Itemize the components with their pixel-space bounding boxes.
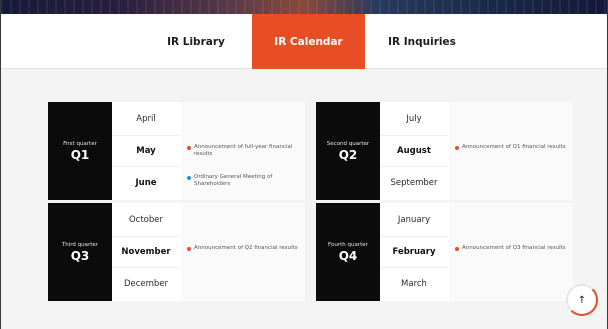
tab-ir-calendar[interactable]: IR Calendar [252, 14, 365, 69]
quarter-events: Announcement of full-year financial resu… [181, 102, 305, 200]
month-january: January [397, 215, 431, 225]
month-may: May [112, 135, 180, 167]
month-february: February [380, 236, 448, 268]
scroll-to-top-button[interactable]: ↑ [566, 284, 598, 316]
event-text: Announcement of Q3 financial results [462, 245, 566, 251]
quarter-events: Announcement of Q2 financial results [181, 203, 305, 301]
event-item: Announcement of Q1 financial results [455, 144, 567, 151]
quarter-card-q3: Third quarter Q3 October November Decemb… [48, 203, 305, 301]
blue-dot-icon [187, 175, 191, 180]
quarter-card-q4: Fourth quarter Q4 January February March… [316, 203, 573, 301]
header-banner [1, 0, 607, 14]
quarter-subtitle: Fourth quarter [328, 241, 368, 248]
quarter-events: Announcement of Q1 financial results [449, 102, 573, 200]
quarter-name: Q4 [338, 248, 358, 263]
quarter-name: Q1 [70, 147, 90, 162]
month-june: June [135, 178, 157, 188]
event-item: Announcement of full-year financial resu… [187, 144, 299, 158]
event-item: Ordinary General Meeting of Shareholders [187, 174, 299, 188]
quarter-name: Q3 [70, 248, 90, 263]
red-dot-icon [187, 246, 191, 251]
event-text: Announcement of full-year financial resu… [194, 144, 293, 157]
tab-ir-inquiries[interactable]: IR Inquiries [365, 14, 479, 69]
quarter-label: Second quarter Q2 [316, 102, 380, 200]
quarter-subtitle: Third quarter [61, 241, 99, 248]
quarter-label: First quarter Q1 [48, 102, 112, 200]
arrow-up-icon: ↑ [577, 294, 587, 306]
event-text: Announcement of Q2 financial results [194, 245, 298, 251]
month-november: November [112, 236, 180, 268]
quarter-label: Third quarter Q3 [48, 203, 112, 301]
red-dot-icon [455, 246, 459, 251]
event-item: Announcement of Q3 financial results [455, 245, 567, 252]
ir-tab-bar: IR Library IR Calendar IR Inquiries [1, 14, 607, 69]
quarter-card-q2: Second quarter Q2 July August September … [316, 102, 573, 200]
red-dot-icon [455, 145, 459, 150]
month-october: October [128, 215, 164, 225]
quarter-label: Fourth quarter Q4 [316, 203, 380, 301]
event-item: Announcement of Q2 financial results [187, 245, 299, 252]
month-august: August [380, 135, 448, 167]
month-december: December [123, 279, 169, 289]
month-april: April [136, 114, 156, 124]
month-july: July [406, 114, 422, 124]
event-text: Ordinary General Meeting of Shareholders [194, 174, 273, 187]
tab-ir-library[interactable]: IR Library [141, 14, 251, 69]
month-september: September [390, 178, 438, 188]
quarter-events: Announcement of Q3 financial results [449, 203, 573, 301]
red-dot-icon [187, 145, 191, 150]
quarter-subtitle: Second quarter [326, 140, 370, 147]
quarter-subtitle: First quarter [63, 140, 97, 147]
month-march: March [401, 279, 427, 289]
quarter-name: Q2 [338, 147, 358, 162]
event-text: Announcement of Q1 financial results [462, 144, 566, 150]
quarter-card-q1: First quarter Q1 April May June Announce… [48, 102, 305, 200]
